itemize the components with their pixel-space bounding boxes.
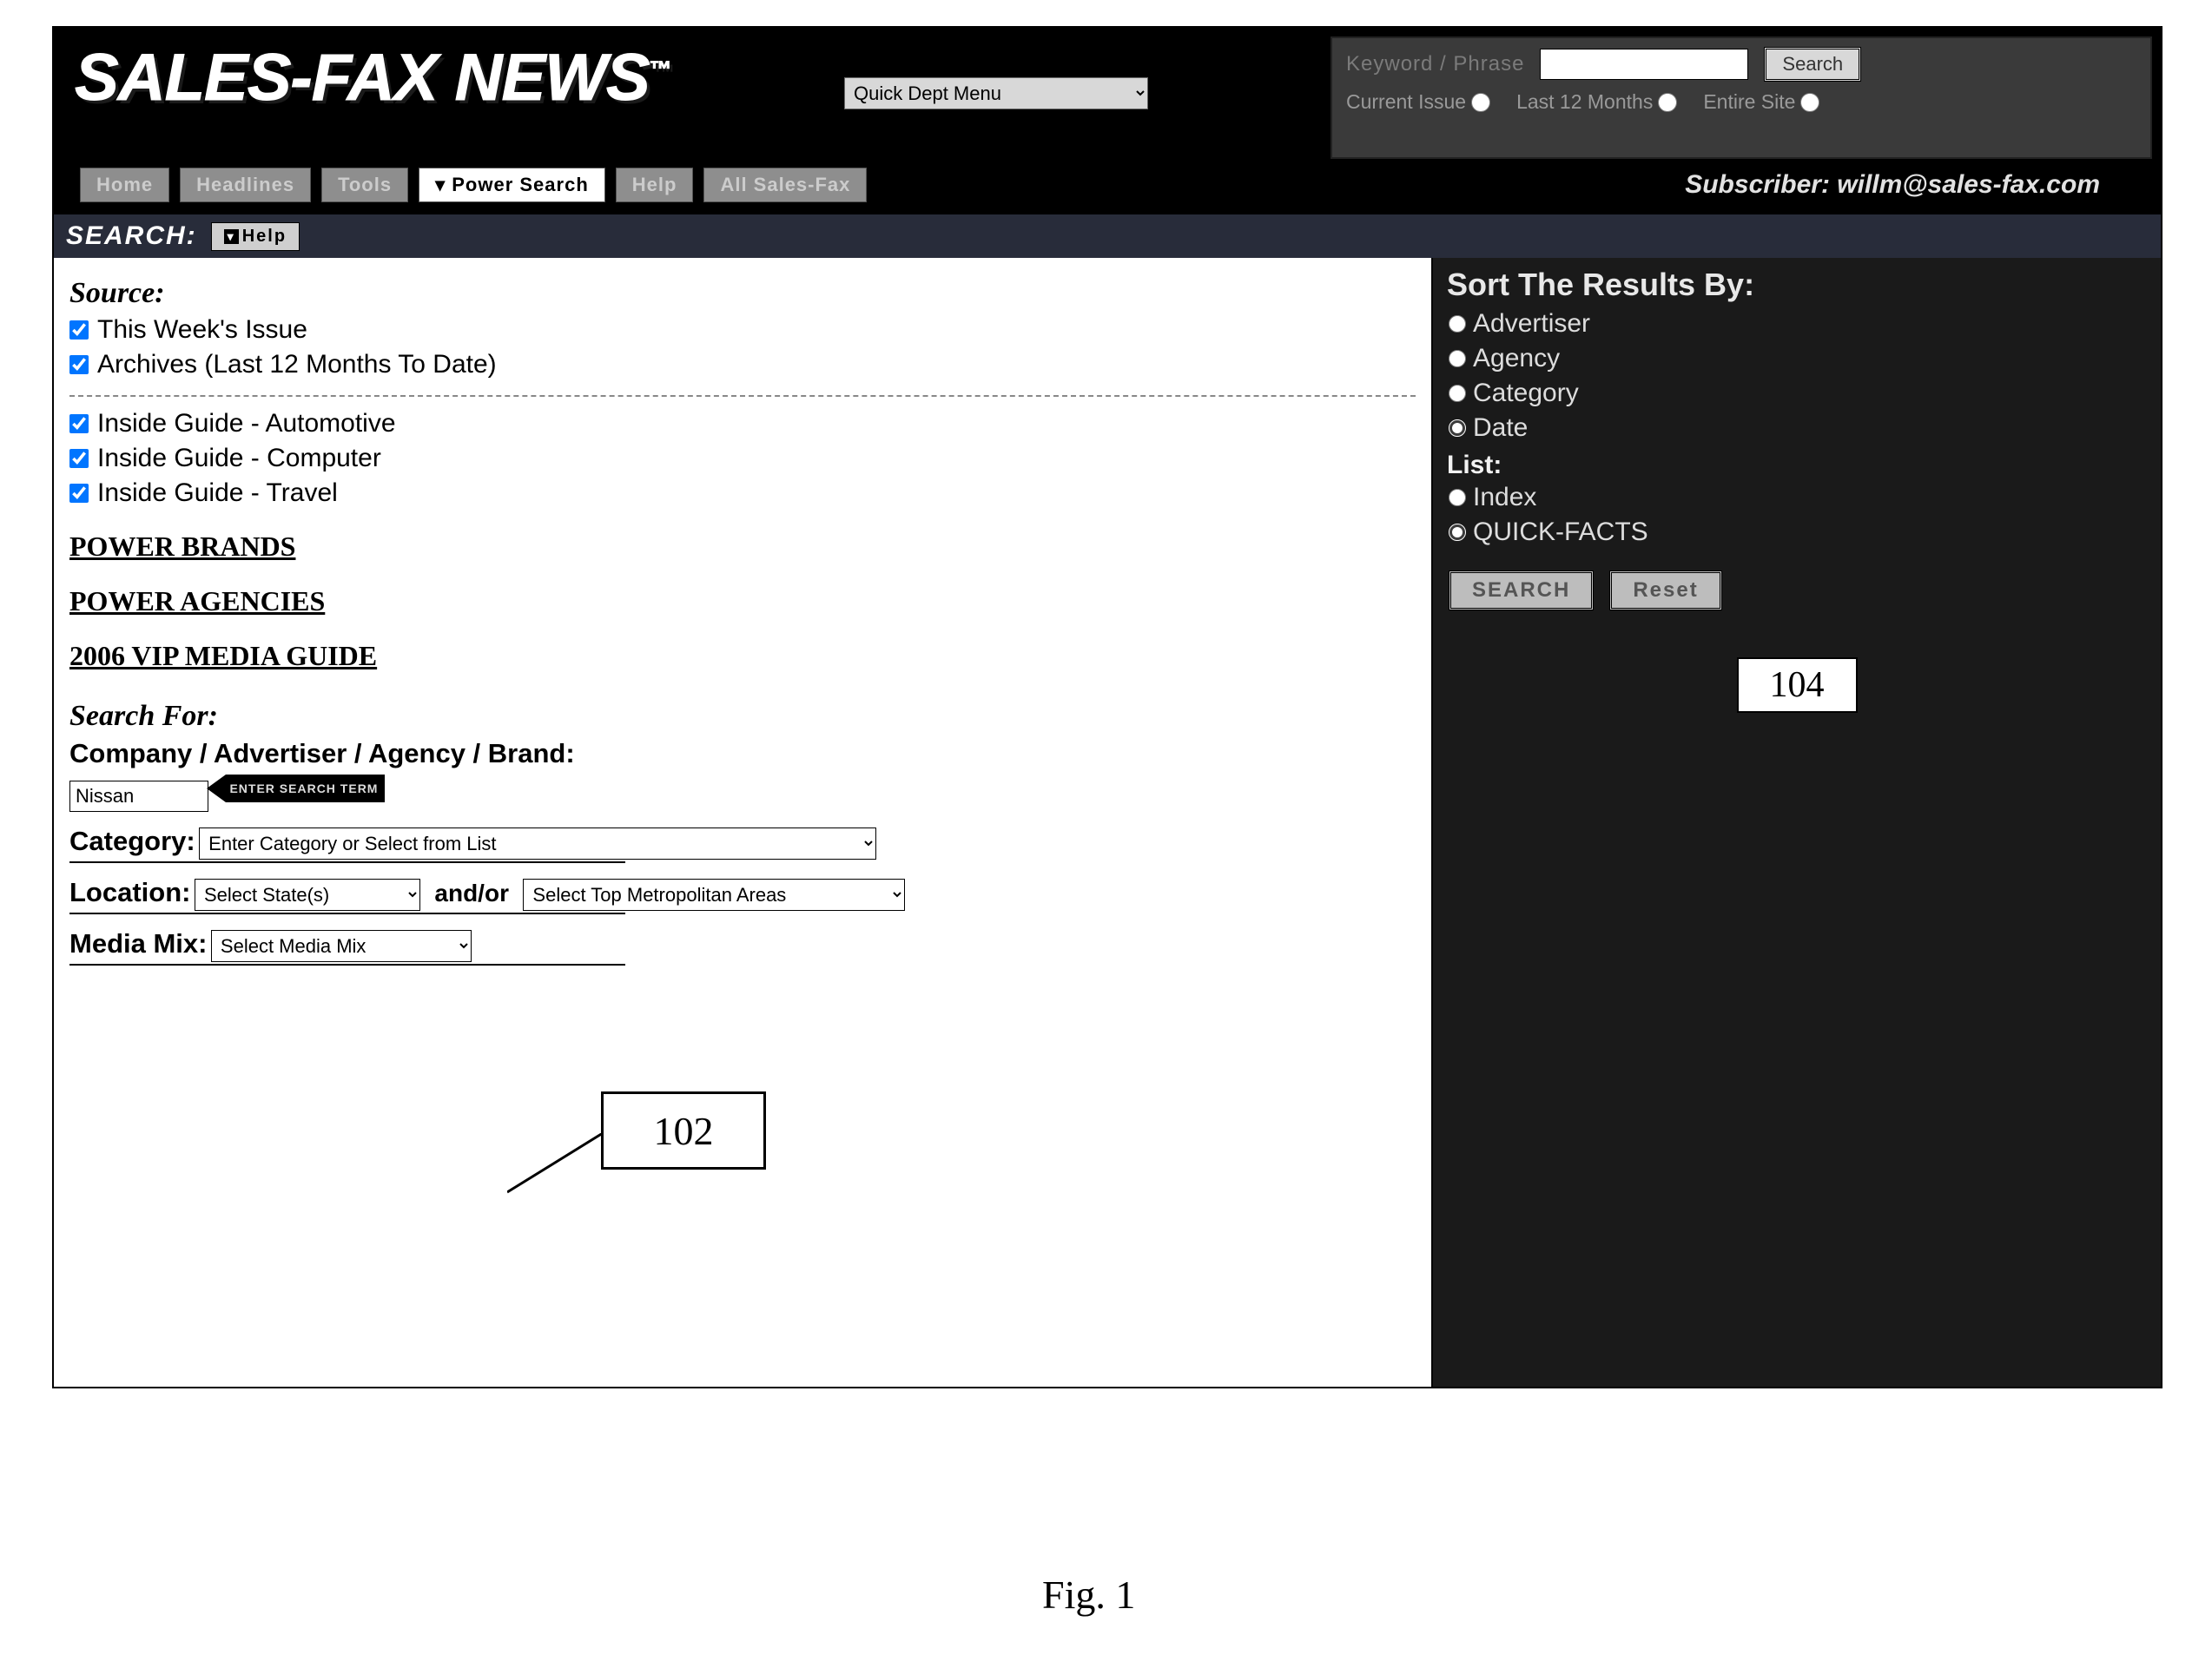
source-archives[interactable]: Archives (Last 12 Months To Date) [69,350,1416,379]
category-label: Category: [69,826,195,856]
nav-home[interactable]: Home [80,168,169,202]
sort-category[interactable]: Category [1433,376,2161,411]
location-label: Location: [69,877,191,907]
source-heading: Source: [69,277,1416,310]
sort-advertiser[interactable]: Advertiser [1433,307,2161,341]
nav-help[interactable]: Help [616,168,694,202]
sort-title: Sort The Results By: [1433,258,2161,307]
state-select[interactable]: Select State(s) [195,879,420,911]
link-power-agencies[interactable]: POWER AGENCIES [69,585,325,617]
media-underline [69,964,625,966]
search-form-panel: Source: This Week's Issue Archives (Last… [54,258,1431,1387]
figure-caption: Fig. 1 [1042,1572,1135,1618]
sort-agency[interactable]: Agency [1433,341,2161,376]
keyword-label: Keyword / Phrase [1346,52,1524,76]
list-heading: List: [1433,445,2161,480]
category-select[interactable]: Enter Category or Select from List [199,828,876,860]
annotation-102-leader [507,1133,604,1194]
search-button[interactable]: SEARCH [1449,570,1594,610]
top-search-panel: Keyword / Phrase Search Current Issue La… [1331,36,2152,159]
location-underline [69,913,625,914]
annotation-104: 104 [1737,657,1858,713]
sort-panel: Sort The Results By: Advertiser Agency C… [1431,258,2161,1387]
and-or-label: and/or [434,880,509,907]
nav-all-salesfax[interactable]: All Sales-Fax [703,168,867,202]
nav-power-search[interactable]: ▾ Power Search [419,168,605,202]
sort-date[interactable]: Date [1433,411,2161,445]
search-section-header: SEARCH: Help [54,214,2161,258]
arrow-hint-icon: ENTER SEARCH TERM [226,775,385,802]
trademark: ™ [650,56,671,82]
logo: SALES-FAX NEWS™ [54,28,714,159]
scope-last-12[interactable]: Last 12 Months [1516,90,1677,114]
source-this-week[interactable]: This Week's Issue [69,315,1416,345]
media-mix-label: Media Mix: [69,928,207,959]
reset-button[interactable]: Reset [1609,570,1721,610]
media-mix-select[interactable]: Select Media Mix [211,930,472,962]
nav-tools[interactable]: Tools [321,168,408,202]
source-guide-auto[interactable]: Inside Guide - Automotive [69,409,1416,438]
search-title: SEARCH: [66,221,197,251]
scope-entire-site[interactable]: Entire Site [1703,90,1819,114]
list-index[interactable]: Index [1433,480,2161,515]
search-for-heading: Search For: [69,700,1416,733]
quick-dept-menu[interactable]: Quick Dept Menu [844,77,1148,109]
annotation-102: 102 [601,1091,766,1170]
keyword-input[interactable] [1540,49,1748,80]
header: SALES-FAX NEWS™ Quick Dept Menu Keyword … [54,28,2161,159]
top-search-button[interactable]: Search [1764,47,1861,82]
link-vip-media-guide[interactable]: 2006 VIP MEDIA GUIDE [69,640,377,672]
subscriber-info: Subscriber: willm@sales-fax.com [877,170,2135,200]
company-input[interactable] [69,781,208,812]
nav-headlines[interactable]: Headlines [180,168,311,202]
link-power-brands[interactable]: POWER BRANDS [69,531,295,563]
cab-label: Company / Advertiser / Agency / Brand: [69,738,1416,769]
source-guide-computer[interactable]: Inside Guide - Computer [69,444,1416,473]
scope-current-issue[interactable]: Current Issue [1346,90,1490,114]
nav-bar: Home Headlines Tools ▾ Power Search Help… [54,159,2161,214]
logo-text: SALES-FAX NEWS [75,41,650,115]
list-quick-facts[interactable]: QUICK-FACTS [1433,515,2161,550]
source-guide-travel[interactable]: Inside Guide - Travel [69,478,1416,508]
help-button[interactable]: Help [211,222,300,251]
separator [69,395,1416,397]
metro-select[interactable]: Select Top Metropolitan Areas [523,879,905,911]
category-underline [69,861,625,863]
